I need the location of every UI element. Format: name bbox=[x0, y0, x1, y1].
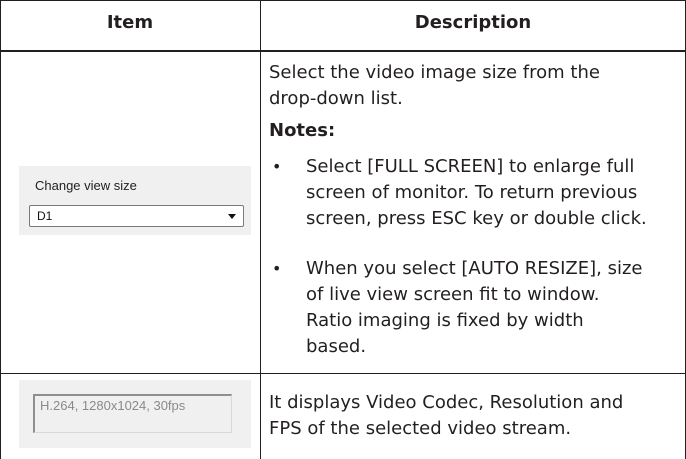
view-size-select[interactable]: D1 bbox=[29, 205, 244, 227]
table-top-border bbox=[0, 0, 686, 1]
note-line: Select [FULL SCREEN] to enlarge full bbox=[306, 156, 635, 177]
note-line: Ratio imaging is fixed by width bbox=[306, 310, 584, 331]
description-line: It displays Video Codec, Resolution and bbox=[269, 392, 624, 413]
codec-info-field: H.264, 1280x1024, 30fps bbox=[33, 394, 232, 433]
note-line: based. bbox=[306, 336, 367, 357]
view-size-select-value: D1 bbox=[37, 209, 53, 223]
column-divider bbox=[260, 0, 261, 459]
description-line: Select the video image size from the bbox=[269, 62, 600, 83]
bullet-icon: • bbox=[272, 157, 282, 176]
note-line: When you select [AUTO RESIZE], size bbox=[306, 258, 643, 279]
row1-description: Select the video image size from the dro… bbox=[269, 60, 600, 112]
document-table: Item Description Change view size D1 Sel… bbox=[0, 0, 686, 459]
row2-description: It displays Video Codec, Resolution and … bbox=[269, 390, 623, 442]
note-line: screen, press ESC key or double click. bbox=[306, 208, 647, 229]
codec-info-text: H.264, 1280x1024, 30fps bbox=[40, 398, 186, 413]
change-view-size-label: Change view size bbox=[35, 178, 137, 193]
header-item: Item bbox=[106, 12, 154, 33]
header-divider bbox=[0, 50, 686, 52]
note-line: of live view screen fit to window. bbox=[306, 284, 600, 305]
note-line: screen of monitor. To return previous bbox=[306, 182, 638, 203]
table-left-border bbox=[0, 0, 1, 459]
notes-heading: Notes: bbox=[269, 120, 336, 141]
header-description: Description bbox=[414, 12, 532, 33]
row-divider bbox=[0, 373, 686, 374]
description-line: FPS of the selected video stream. bbox=[269, 418, 572, 439]
description-line: drop-down list. bbox=[269, 88, 403, 109]
chevron-down-icon[interactable] bbox=[228, 214, 236, 219]
note-bullet-2: When you select [AUTO RESIZE], size of l… bbox=[306, 256, 643, 360]
bullet-icon: • bbox=[272, 259, 282, 278]
note-bullet-1: Select [FULL SCREEN] to enlarge full scr… bbox=[306, 154, 647, 232]
